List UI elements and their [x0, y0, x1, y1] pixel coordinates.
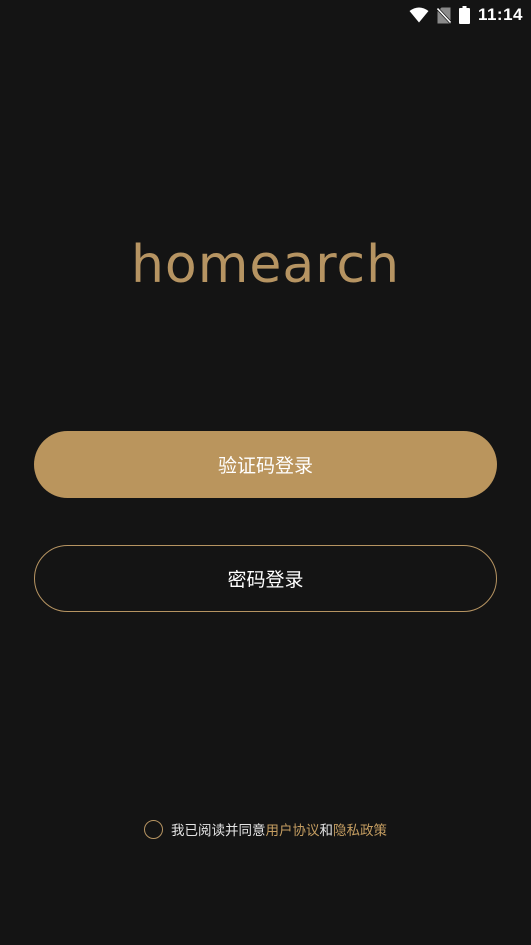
password-login-button[interactable]: 密码登录	[34, 545, 497, 612]
status-icons: 11:14	[409, 4, 523, 26]
status-bar: 11:14	[0, 0, 531, 30]
battery-icon	[458, 6, 470, 24]
agreement-checkbox[interactable]	[144, 819, 163, 839]
no-sim-icon	[436, 6, 451, 24]
sms-code-login-button[interactable]: 验证码登录	[34, 431, 497, 498]
status-time: 11:14	[477, 5, 523, 24]
agreement-conjunction: 和	[319, 823, 334, 839]
wifi-icon	[409, 7, 429, 23]
agreement-prefix: 我已阅读并同意	[171, 823, 266, 839]
privacy-policy-link[interactable]: 隐私政策	[333, 819, 387, 839]
app-logo: homearch	[0, 230, 531, 300]
agreement-row: 我已阅读并同意 用户协议 和 隐私政策	[0, 817, 531, 841]
logo-text: homearch	[130, 235, 401, 295]
user-agreement-link[interactable]: 用户协议	[266, 819, 320, 839]
